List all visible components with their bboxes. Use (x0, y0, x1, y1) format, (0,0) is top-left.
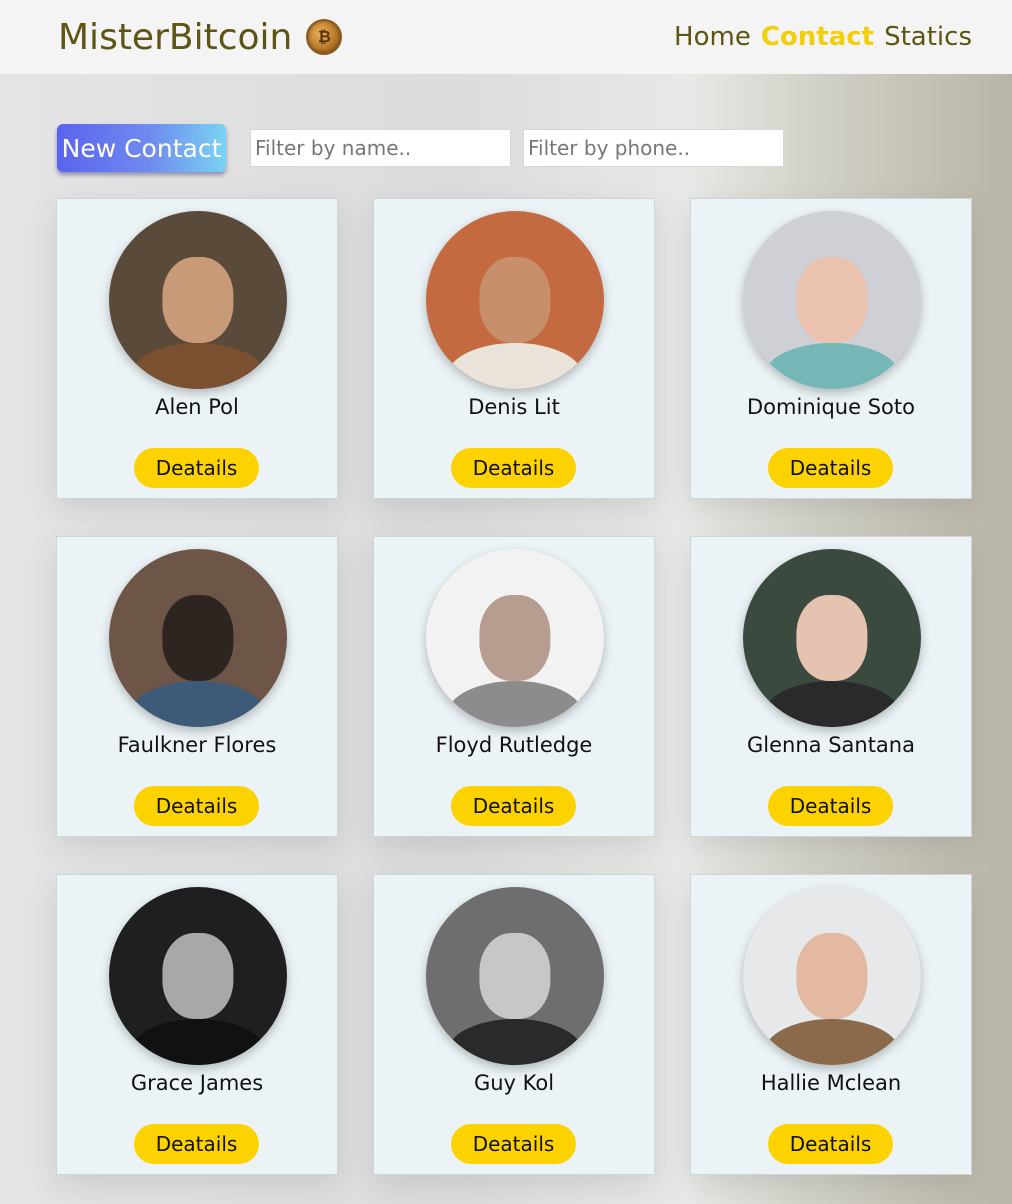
contact-name: Denis Lit (468, 395, 560, 419)
contact-avatar (743, 211, 921, 389)
details-button[interactable]: Deatails (134, 786, 259, 826)
contact-name: Floyd Rutledge (435, 733, 593, 757)
contact-name: Guy Kol (473, 1071, 555, 1095)
avatar-shoulders (447, 1018, 583, 1065)
app-header: MisterBitcoin ₿ Home Contact Statics (0, 0, 1012, 74)
contact-avatar (743, 549, 921, 727)
details-button[interactable]: Deatails (451, 786, 576, 826)
contact-avatar (743, 887, 921, 1065)
nav-statics[interactable]: Statics (884, 22, 972, 52)
new-contact-button[interactable]: New Contact (57, 124, 226, 172)
contact-name: Dominique Soto (747, 395, 915, 419)
details-button[interactable]: Deatails (451, 448, 576, 488)
avatar-shoulders (130, 342, 266, 389)
details-button[interactable]: Deatails (768, 786, 893, 826)
avatar-shoulders (447, 342, 583, 389)
contact-avatar (426, 211, 604, 389)
avatar-shoulders (764, 342, 900, 389)
contact-card[interactable]: Floyd Rutledge Deatails (373, 536, 655, 837)
contact-name: Alen Pol (155, 395, 239, 419)
contact-card[interactable]: Dominique Soto Deatails (690, 198, 972, 499)
brand[interactable]: MisterBitcoin ₿ (58, 17, 343, 58)
contact-avatar (109, 549, 287, 727)
contact-card[interactable]: Grace James Deatails (56, 874, 338, 1175)
details-button[interactable]: Deatails (768, 448, 893, 488)
filter-phone-input[interactable] (523, 129, 784, 167)
nav-contact[interactable]: Contact (761, 22, 874, 52)
avatar-face (162, 933, 234, 1019)
avatar-shoulders (447, 680, 583, 727)
nav-home[interactable]: Home (674, 22, 751, 52)
contact-name: Grace James (130, 1071, 264, 1095)
avatar-shoulders (130, 1018, 266, 1065)
contact-name: Faulkner Flores (117, 733, 277, 757)
avatar-face (162, 257, 234, 343)
contact-name: Hallie Mclean (760, 1071, 902, 1095)
avatar-face (796, 933, 868, 1019)
avatar-face (796, 257, 868, 343)
brand-name[interactable]: MisterBitcoin (58, 17, 292, 58)
avatar-face (162, 595, 234, 681)
contact-avatar (426, 887, 604, 1065)
avatar-shoulders (130, 680, 266, 727)
contact-card[interactable]: Hallie Mclean Deatails (690, 874, 972, 1175)
details-button[interactable]: Deatails (134, 448, 259, 488)
avatar-face (479, 257, 551, 343)
details-button[interactable]: Deatails (451, 1124, 576, 1164)
contact-avatar (109, 887, 287, 1065)
avatar-shoulders (764, 680, 900, 727)
contact-avatar (426, 549, 604, 727)
contact-card[interactable]: Denis Lit Deatails (373, 198, 655, 499)
details-button[interactable]: Deatails (768, 1124, 893, 1164)
main-nav: Home Contact Statics (674, 22, 972, 52)
avatar-face (479, 933, 551, 1019)
contact-card[interactable]: Alen Pol Deatails (56, 198, 338, 499)
filter-name-input[interactable] (250, 129, 511, 167)
avatar-face (796, 595, 868, 681)
bitcoin-coin-icon: ₿ (306, 19, 343, 55)
contact-name: Glenna Santana (747, 733, 915, 757)
contact-card[interactable]: Guy Kol Deatails (373, 874, 655, 1175)
contacts-toolbar: New Contact (57, 124, 784, 172)
contact-card[interactable]: Glenna Santana Deatails (690, 536, 972, 837)
avatar-shoulders (764, 1018, 900, 1065)
contact-card[interactable]: Faulkner Flores Deatails (56, 536, 338, 837)
avatar-face (479, 595, 551, 681)
contact-avatar (109, 211, 287, 389)
details-button[interactable]: Deatails (134, 1124, 259, 1164)
